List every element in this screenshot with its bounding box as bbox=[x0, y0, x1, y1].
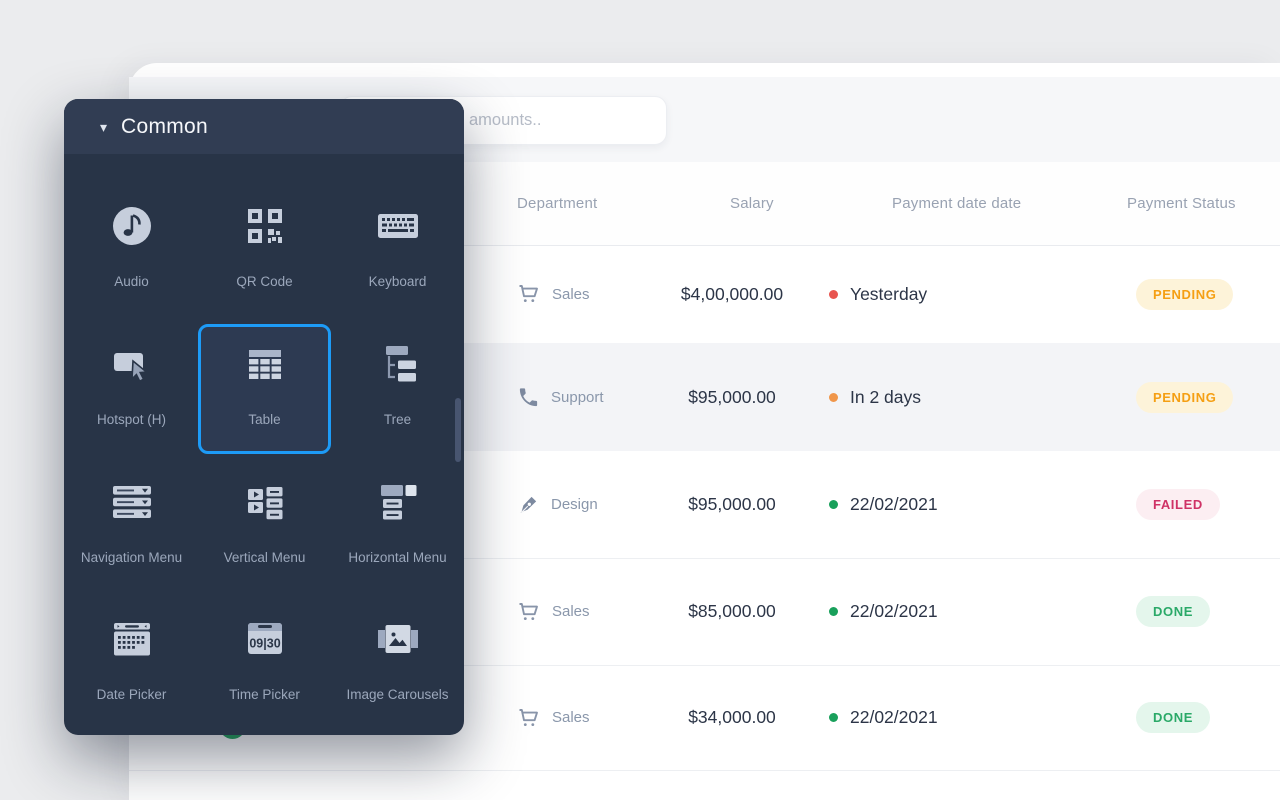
component-label: QR Code bbox=[236, 274, 293, 289]
payment-status-cell: DONE bbox=[1136, 665, 1210, 770]
phone-icon bbox=[519, 387, 538, 406]
status-dot bbox=[829, 500, 838, 509]
payment-date-cell: 22/02/2021 bbox=[829, 665, 938, 770]
component-item-keyboard[interactable]: Keyboard bbox=[331, 186, 464, 316]
payment-date-label: 22/02/2021 bbox=[850, 707, 938, 727]
department-label: Support bbox=[551, 388, 604, 406]
hotspot-icon bbox=[113, 353, 149, 383]
status-badge: FAILED bbox=[1136, 489, 1220, 520]
component-item-vertical-menu[interactable]: Vertical Menu bbox=[198, 462, 331, 592]
component-label: Horizontal Menu bbox=[348, 550, 447, 565]
component-item-navigation-menu[interactable]: Navigation Menu bbox=[65, 462, 198, 592]
payment-date-cell: 22/02/2021 bbox=[829, 558, 938, 665]
pen-icon bbox=[520, 496, 537, 513]
date-picker-icon bbox=[113, 623, 150, 656]
component-item-table[interactable]: Table bbox=[198, 324, 331, 454]
tree-icon bbox=[385, 346, 416, 382]
column-header-payment-status: Payment Status bbox=[1127, 195, 1236, 212]
svg-text:09|30: 09|30 bbox=[249, 637, 280, 651]
payment-status-cell: DONE bbox=[1136, 558, 1210, 665]
payment-date-cell: Yesterday bbox=[829, 245, 927, 343]
component-item-horizontal-menu[interactable]: Horizontal Menu bbox=[331, 462, 464, 592]
status-badge: PENDING bbox=[1136, 278, 1234, 310]
department-label: Sales bbox=[552, 603, 590, 620]
column-header-department: Department bbox=[517, 195, 598, 212]
audio-icon bbox=[112, 207, 151, 245]
payment-status-cell: PENDING bbox=[1136, 343, 1234, 451]
status-dot bbox=[829, 713, 838, 722]
panel-title: Common bbox=[121, 114, 209, 138]
component-label: Tree bbox=[383, 412, 412, 427]
salary-cell: $34,000.00 bbox=[688, 707, 776, 727]
component-label: Keyboard bbox=[368, 274, 427, 289]
payment-date-label: 22/02/2021 bbox=[850, 494, 938, 514]
payment-status-cell: FAILED bbox=[1136, 451, 1220, 558]
component-label: Audio bbox=[114, 274, 149, 289]
department-cell: Sales bbox=[517, 558, 590, 665]
component-label: Hotspot (H) bbox=[96, 412, 167, 427]
component-label: Vertical Menu bbox=[223, 550, 306, 565]
department-label: Sales bbox=[552, 285, 590, 303]
component-item-tree[interactable]: Tree bbox=[331, 324, 464, 454]
horizontal-menu-icon bbox=[380, 485, 416, 520]
payment-date-label: Yesterday bbox=[850, 283, 928, 304]
department-cell: Sales bbox=[517, 665, 590, 770]
component-label: Time Picker bbox=[229, 687, 300, 702]
department-label: Sales bbox=[552, 709, 590, 726]
component-label: Image Carousels bbox=[346, 687, 449, 702]
table-icon bbox=[248, 350, 281, 379]
components-panel: ▾ Common Audio QR Code Keyboard Hotspot … bbox=[64, 99, 464, 735]
component-item-hotspot[interactable]: Hotspot (H) bbox=[65, 324, 198, 454]
cart-icon bbox=[519, 285, 538, 302]
keyboard-icon bbox=[377, 214, 418, 238]
salary-cell: $95,000.00 bbox=[688, 386, 776, 407]
cart-icon bbox=[519, 708, 538, 726]
status-badge: DONE bbox=[1136, 596, 1210, 627]
component-item-date-picker[interactable]: Date Picker bbox=[65, 599, 198, 729]
component-item-image-carousels[interactable]: Image Carousels bbox=[331, 599, 464, 729]
status-dot bbox=[829, 392, 838, 402]
image-carousels-icon bbox=[377, 625, 418, 653]
component-item-audio[interactable]: Audio bbox=[65, 186, 198, 316]
payment-date-label: In 2 days bbox=[850, 386, 922, 407]
payment-date-label: 22/02/2021 bbox=[850, 601, 938, 621]
qr-code-icon bbox=[247, 209, 282, 243]
status-badge: PENDING bbox=[1136, 381, 1234, 413]
cart-icon bbox=[519, 602, 538, 620]
status-dot bbox=[829, 607, 838, 616]
vertical-menu-icon bbox=[247, 487, 282, 520]
payment-date-cell: In 2 days bbox=[829, 343, 921, 451]
chevron-down-icon[interactable]: ▾ bbox=[100, 120, 107, 134]
time-picker-icon: 09|30 bbox=[247, 623, 282, 654]
component-label: Table bbox=[248, 412, 281, 427]
component-label: Navigation Menu bbox=[80, 550, 183, 565]
navigation-menu-icon bbox=[112, 486, 151, 518]
department-cell: Design bbox=[517, 451, 598, 558]
column-header-salary: Salary bbox=[730, 195, 774, 212]
salary-cell: $85,000.00 bbox=[688, 601, 776, 621]
panel-header[interactable]: ▾ Common bbox=[64, 99, 464, 154]
component-item-time-picker[interactable]: 09|30 Time Picker bbox=[198, 599, 331, 729]
department-cell: Support bbox=[517, 343, 604, 451]
department-label: Design bbox=[551, 496, 598, 513]
department-cell: Sales bbox=[517, 245, 590, 343]
panel-scrollbar-thumb[interactable] bbox=[455, 398, 461, 462]
payment-status-cell: PENDING bbox=[1136, 245, 1234, 343]
component-label: Date Picker bbox=[96, 687, 167, 702]
column-header-payment-date: Payment date date bbox=[892, 195, 1022, 212]
component-item-qr-code[interactable]: QR Code bbox=[198, 186, 331, 316]
salary-cell: $4,00,000.00 bbox=[680, 283, 784, 304]
status-badge: DONE bbox=[1136, 702, 1210, 733]
salary-cell: $95,000.00 bbox=[688, 494, 776, 514]
payment-date-cell: 22/02/2021 bbox=[829, 451, 938, 558]
status-dot bbox=[829, 289, 838, 299]
